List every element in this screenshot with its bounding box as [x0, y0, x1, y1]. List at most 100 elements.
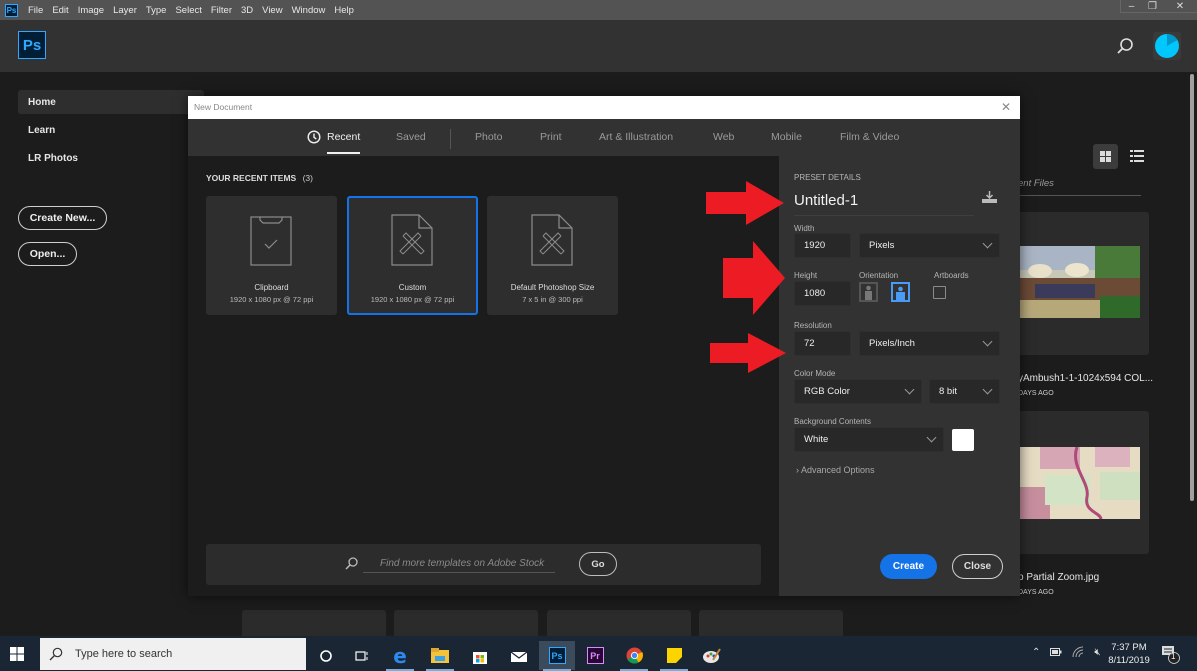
windows-start-icon[interactable]	[10, 647, 24, 661]
dialog-title: New Document	[194, 102, 253, 112]
grid-icon	[1100, 151, 1111, 162]
background-color-swatch[interactable]	[952, 429, 974, 451]
preset-card-custom[interactable]: Custom 1920 x 1080 px @ 72 ppi	[347, 196, 478, 315]
creative-cloud-icon[interactable]	[1153, 32, 1181, 60]
system-tray: ⌃ 🔇︎	[1032, 646, 1101, 658]
tab-saved[interactable]: Saved	[396, 131, 426, 143]
store-icon[interactable]	[462, 641, 498, 670]
cortana-icon[interactable]	[308, 641, 344, 670]
stock-search-bar: Find more templates on Adobe Stock Go	[206, 544, 761, 585]
width-value: 1920	[804, 240, 826, 251]
menu-select[interactable]: Select	[175, 5, 201, 16]
preset-details-header: PRESET DETAILS	[794, 173, 861, 182]
menu-layer[interactable]: Layer	[113, 5, 137, 16]
clipboard-icon	[250, 216, 292, 266]
tab-recent[interactable]: Recent	[327, 131, 360, 143]
menu-window[interactable]: Window	[292, 5, 326, 16]
width-input[interactable]: 1920	[794, 233, 851, 258]
stock-search-input[interactable]: Find more templates on Adobe Stock	[363, 555, 555, 573]
recent-file-card[interactable]	[1015, 212, 1149, 355]
ps-logo: Ps	[18, 31, 46, 59]
paint-icon[interactable]	[694, 641, 730, 670]
open-button[interactable]: Open...	[18, 242, 77, 266]
recent-file-time: DAYS AGO	[1018, 390, 1054, 397]
resolution-input[interactable]: 72	[794, 331, 851, 356]
width-unit-select[interactable]: Pixels	[859, 233, 1000, 258]
preset-card-default[interactable]: Default Photoshop Size 7 x 5 in @ 300 pp…	[487, 196, 618, 315]
nav-learn[interactable]: Learn	[18, 118, 204, 142]
window-close-button[interactable]: ✕	[1163, 0, 1197, 13]
wifi-icon[interactable]	[1072, 646, 1084, 658]
create-button[interactable]: Create	[880, 554, 937, 579]
sticky-notes-icon[interactable]	[656, 641, 692, 671]
task-view-icon[interactable]	[344, 641, 380, 670]
preset-card-clipboard[interactable]: Clipboard 1920 x 1080 px @ 72 ppi	[206, 196, 337, 315]
tab-print[interactable]: Print	[540, 131, 562, 143]
new-document-dialog: New Document ✕ Recent Saved Photo Print …	[188, 96, 1020, 596]
premiere-icon[interactable]: Pr	[577, 641, 613, 670]
dialog-titlebar: New Document ✕	[188, 96, 1020, 119]
nav-home[interactable]: Home	[18, 90, 204, 114]
document-name-field[interactable]: Untitled-1	[794, 192, 858, 209]
background-select[interactable]: White	[794, 427, 944, 452]
menu-view[interactable]: View	[262, 5, 282, 16]
width-label: Width	[794, 224, 815, 233]
grid-view-button[interactable]	[1093, 144, 1118, 169]
action-center-icon[interactable]: 1	[1162, 646, 1180, 664]
edge-icon[interactable]: e	[382, 641, 418, 671]
menu-type[interactable]: Type	[146, 5, 167, 16]
taskbar: Type here to search e Ps Pr ⌃ 🔇︎ 7:37 PM…	[0, 636, 1197, 671]
tab-art-illustration[interactable]: Art & Illustration	[599, 131, 673, 143]
recent-file-time: DAYS AGO	[1018, 589, 1054, 596]
dialog-close-icon[interactable]: ✕	[1001, 100, 1011, 114]
menu-help[interactable]: Help	[334, 5, 354, 16]
battery-icon[interactable]	[1050, 648, 1062, 656]
create-new-button[interactable]: Create New...	[18, 206, 107, 230]
landscape-icon	[896, 286, 905, 300]
landscape-orientation-button[interactable]	[891, 282, 910, 302]
go-button[interactable]: Go	[579, 552, 617, 576]
search-icon[interactable]	[1116, 37, 1134, 55]
tab-film-video[interactable]: Film & Video	[840, 131, 899, 143]
preset-size: 7 x 5 in @ 300 ppi	[522, 295, 583, 304]
mail-icon[interactable]	[501, 641, 537, 670]
height-input[interactable]: 1080	[794, 281, 851, 306]
recent-items-header: YOUR RECENT ITEMS (3)	[206, 173, 313, 183]
recent-file-name[interactable]: yAmbush1-1-1024x594 COL...	[1018, 373, 1153, 384]
menu-edit[interactable]: Edit	[52, 5, 68, 16]
close-button[interactable]: Close	[952, 554, 1003, 579]
save-preset-icon[interactable]	[981, 190, 998, 204]
tab-web[interactable]: Web	[713, 131, 734, 143]
show-hidden-icons[interactable]: ⌃	[1032, 647, 1040, 658]
clock[interactable]: 7:37 PM 8/11/2019	[1106, 641, 1152, 667]
recent-file-card[interactable]	[1015, 411, 1149, 554]
window-controls: – ❐ ✕	[1120, 0, 1197, 13]
photoshop-taskbar-icon[interactable]: Ps	[539, 641, 575, 671]
resolution-unit-select[interactable]: Pixels/Inch	[859, 331, 1000, 356]
tab-photo[interactable]: Photo	[475, 131, 502, 143]
menu-file[interactable]: File	[28, 5, 43, 16]
menu-image[interactable]: Image	[78, 5, 104, 16]
annotation-arrow-height	[723, 241, 785, 315]
advanced-options-toggle[interactable]: › Advanced Options	[796, 465, 875, 475]
menu-3d[interactable]: 3D	[241, 5, 253, 16]
portrait-orientation-button[interactable]	[859, 282, 878, 302]
color-mode-select[interactable]: RGB Color	[794, 379, 922, 404]
nav-lr-photos[interactable]: LR Photos	[18, 146, 204, 170]
list-view-icon[interactable]	[1129, 148, 1145, 164]
scrollbar[interactable]	[1190, 74, 1194, 501]
recent-file-name[interactable]: p Partial Zoom.jpg	[1018, 572, 1099, 583]
tab-mobile[interactable]: Mobile	[771, 131, 802, 143]
preset-size: 1920 x 1080 px @ 72 ppi	[370, 295, 455, 304]
bit-depth-value: 8 bit	[939, 386, 957, 397]
chrome-icon[interactable]	[616, 641, 652, 671]
file-explorer-icon[interactable]	[422, 641, 458, 671]
artboards-checkbox[interactable]	[933, 286, 946, 299]
minimize-button[interactable]: –	[1121, 0, 1142, 13]
menu-filter[interactable]: Filter	[211, 5, 232, 16]
restore-button[interactable]: ❐	[1142, 0, 1163, 13]
volume-muted-icon[interactable]: 🔇︎	[1094, 647, 1100, 658]
resolution-label: Resolution	[794, 321, 832, 330]
taskbar-search[interactable]: Type here to search	[40, 638, 306, 670]
bit-depth-select[interactable]: 8 bit	[929, 379, 1000, 404]
